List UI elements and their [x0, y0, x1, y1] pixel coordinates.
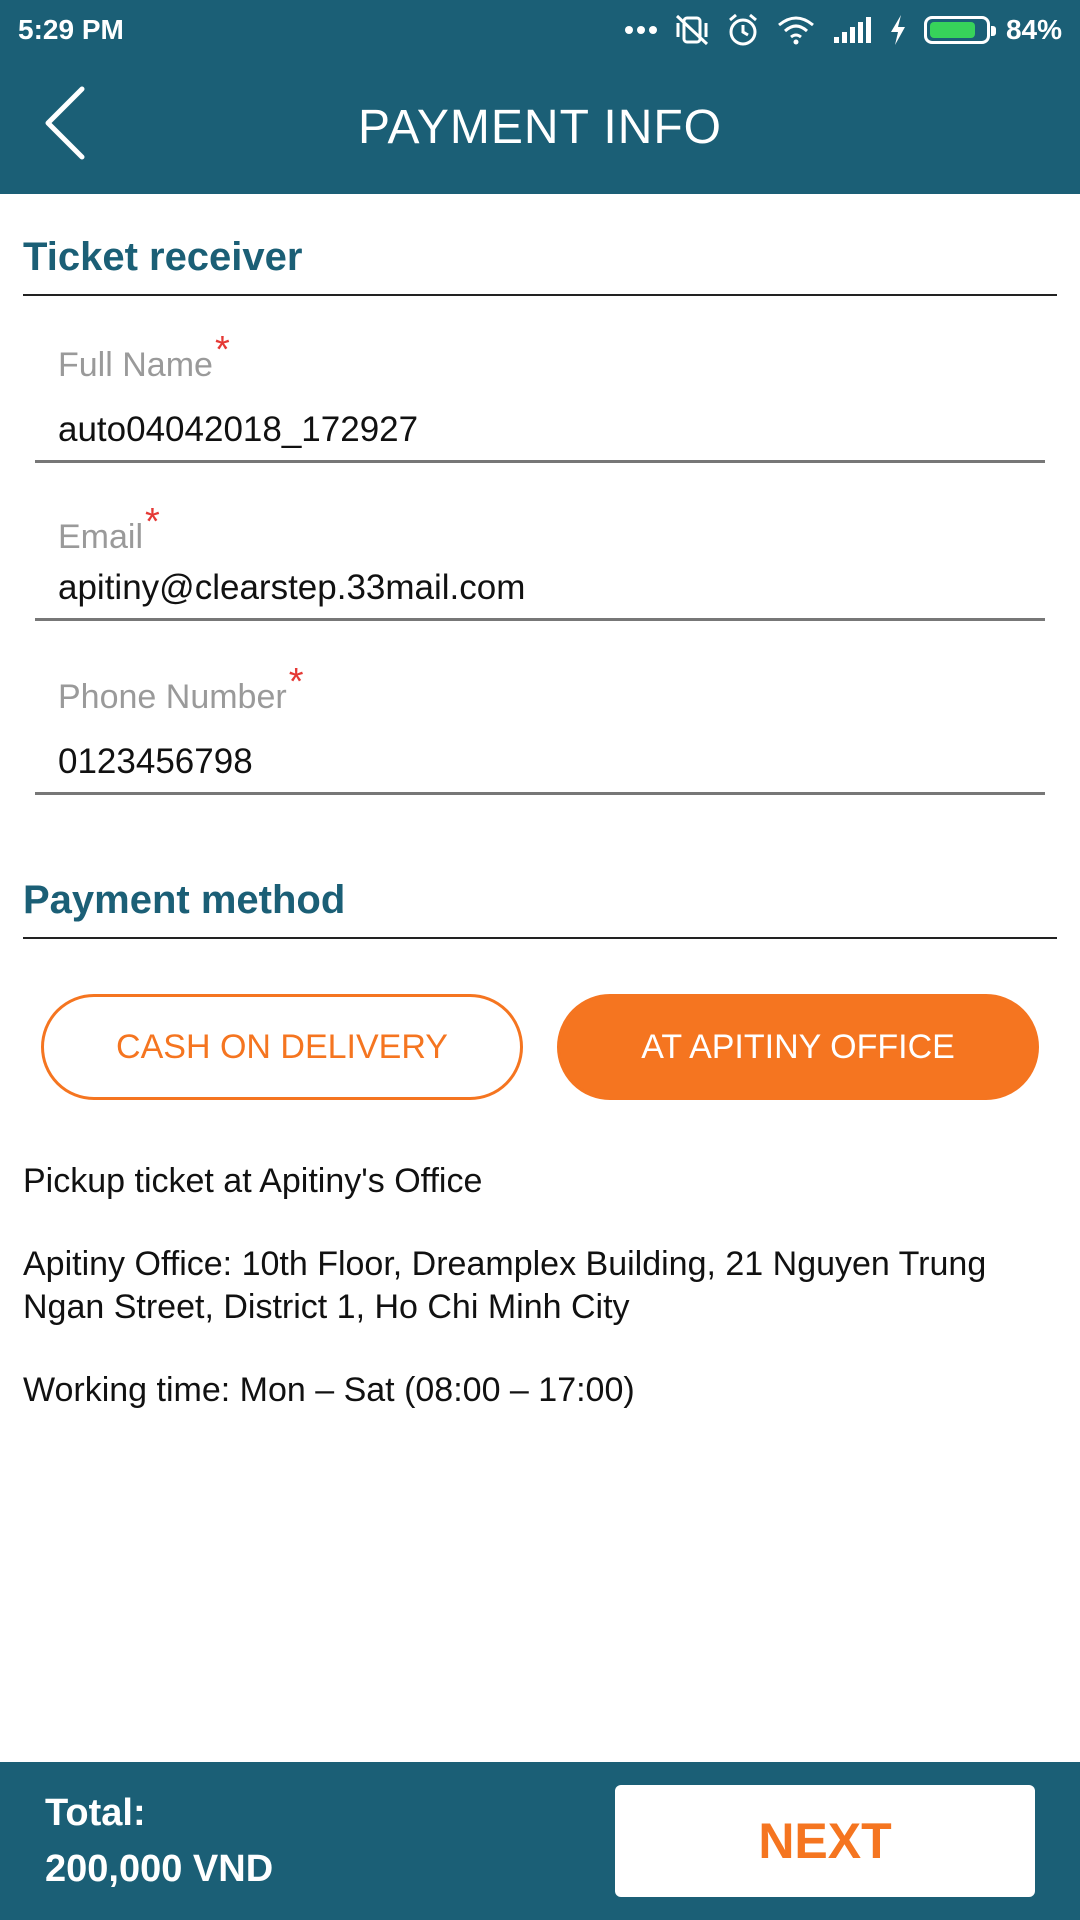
- section-title-payment-method: Payment method: [23, 878, 1057, 939]
- status-icons: 84%: [624, 13, 1062, 47]
- section-title-ticket-receiver: Ticket receiver: [23, 235, 1057, 296]
- app-header: 5:29 PM 84% PAYMENT INFO: [0, 0, 1080, 194]
- status-bar: 5:29 PM 84%: [0, 0, 1080, 60]
- at-office-button[interactable]: AT APITINY OFFICE: [557, 994, 1039, 1100]
- page-title: PAYMENT INFO: [357, 100, 723, 154]
- working-time: Working time: Mon – Sat (08:00 – 17:00): [23, 1371, 635, 1409]
- total-label: Total:: [45, 1792, 146, 1834]
- signal-icon: [832, 15, 872, 45]
- phone-field: Phone Number*: [35, 661, 1045, 795]
- status-time: 5:29 PM: [18, 14, 124, 45]
- office-address: Apitiny Office: 10th Floor, Dreamplex Bu…: [23, 1245, 987, 1326]
- wifi-icon: [776, 15, 816, 45]
- required-marker: *: [288, 661, 304, 703]
- total-value: 200,000 VND: [45, 1848, 274, 1890]
- required-marker: *: [214, 329, 230, 371]
- full-name-field: Full Name*: [35, 329, 1045, 463]
- more-dots-icon: [624, 25, 658, 35]
- phone-label: Phone Number*: [58, 661, 304, 716]
- chevron-left-icon: [40, 85, 90, 166]
- phone-input[interactable]: [35, 742, 1045, 795]
- email-label: Email*: [58, 501, 160, 556]
- pickup-title: Pickup ticket at Apitiny's Office: [23, 1162, 483, 1200]
- email-input[interactable]: [35, 568, 1045, 621]
- required-marker: *: [145, 501, 160, 543]
- battery-icon: [923, 16, 996, 44]
- nav-bar: PAYMENT INFO: [0, 60, 1080, 194]
- alarm-icon: [726, 13, 760, 47]
- back-button[interactable]: [20, 80, 110, 170]
- battery-percent: 84%: [1005, 14, 1062, 45]
- bottom-bar: Total: 200,000 VND NEXT: [0, 1762, 1080, 1920]
- vibrate-off-icon: [674, 13, 710, 47]
- full-name-input[interactable]: [35, 410, 1045, 463]
- full-name-label: Full Name*: [58, 329, 230, 384]
- charging-icon: [888, 14, 908, 46]
- next-button[interactable]: NEXT: [615, 1785, 1035, 1897]
- cash-on-delivery-button[interactable]: CASH ON DELIVERY: [41, 994, 523, 1100]
- email-field: Email*: [35, 501, 1045, 621]
